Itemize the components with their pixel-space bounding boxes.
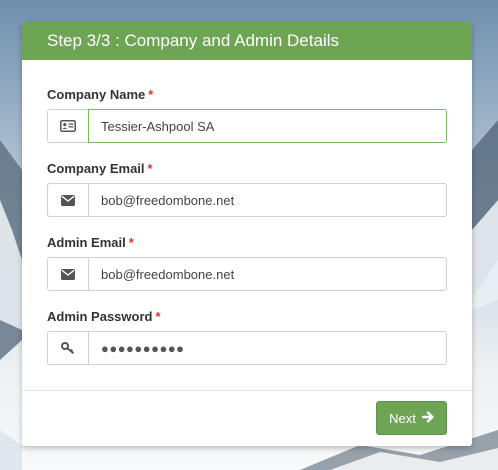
envelope-icon	[47, 183, 88, 217]
panel-footer: Next	[22, 390, 472, 446]
key-icon	[47, 331, 88, 365]
required-marker: *	[155, 309, 161, 324]
id-card-icon	[47, 109, 88, 143]
company-email-label: Company Email *	[47, 161, 447, 183]
page-title: Step 3/3 : Company and Admin Details	[47, 31, 339, 50]
next-button-label: Next	[389, 410, 416, 426]
arrow-right-icon-svg	[421, 410, 434, 423]
required-marker: *	[128, 235, 134, 250]
admin-password-input[interactable]	[88, 331, 447, 365]
company-name-field: Company Name *	[47, 87, 447, 143]
admin-email-label-text: Admin Email	[47, 235, 126, 250]
admin-password-field: Admin Password *	[47, 309, 447, 365]
company-name-label-text: Company Name	[47, 87, 146, 102]
key-icon-svg	[61, 342, 75, 354]
admin-email-field: Admin Email *	[47, 235, 447, 291]
required-marker: *	[147, 161, 153, 176]
admin-password-input-group	[47, 331, 447, 365]
wizard-panel: Step 3/3 : Company and Admin Details Com…	[22, 22, 472, 446]
envelope-icon	[47, 257, 88, 291]
company-email-label-text: Company Email	[47, 161, 145, 176]
form-body: Company Name* Company Email*	[22, 60, 472, 390]
arrow-right-icon	[421, 410, 434, 426]
panel-header: Step 3/3 : Company and Admin Details	[22, 22, 472, 60]
id-card-icon-svg	[60, 120, 76, 132]
admin-email-input[interactable]	[88, 257, 447, 291]
company-email-field: Company Email *	[47, 161, 447, 217]
required-marker: *	[148, 87, 154, 102]
company-name-input-group	[47, 109, 447, 143]
admin-password-label-text: Admin Password	[47, 309, 153, 324]
company-email-input[interactable]	[88, 183, 447, 217]
envelope-icon-svg	[61, 194, 75, 206]
admin-password-label: Admin Password *	[47, 309, 447, 331]
company-email-input-group	[47, 183, 447, 217]
envelope-icon-svg	[61, 268, 75, 280]
company-name-input[interactable]	[88, 109, 447, 143]
next-button[interactable]: Next	[376, 401, 447, 435]
admin-email-input-group	[47, 257, 447, 291]
company-name-label: Company Name *	[47, 87, 447, 109]
admin-email-label: Admin Email *	[47, 235, 447, 257]
